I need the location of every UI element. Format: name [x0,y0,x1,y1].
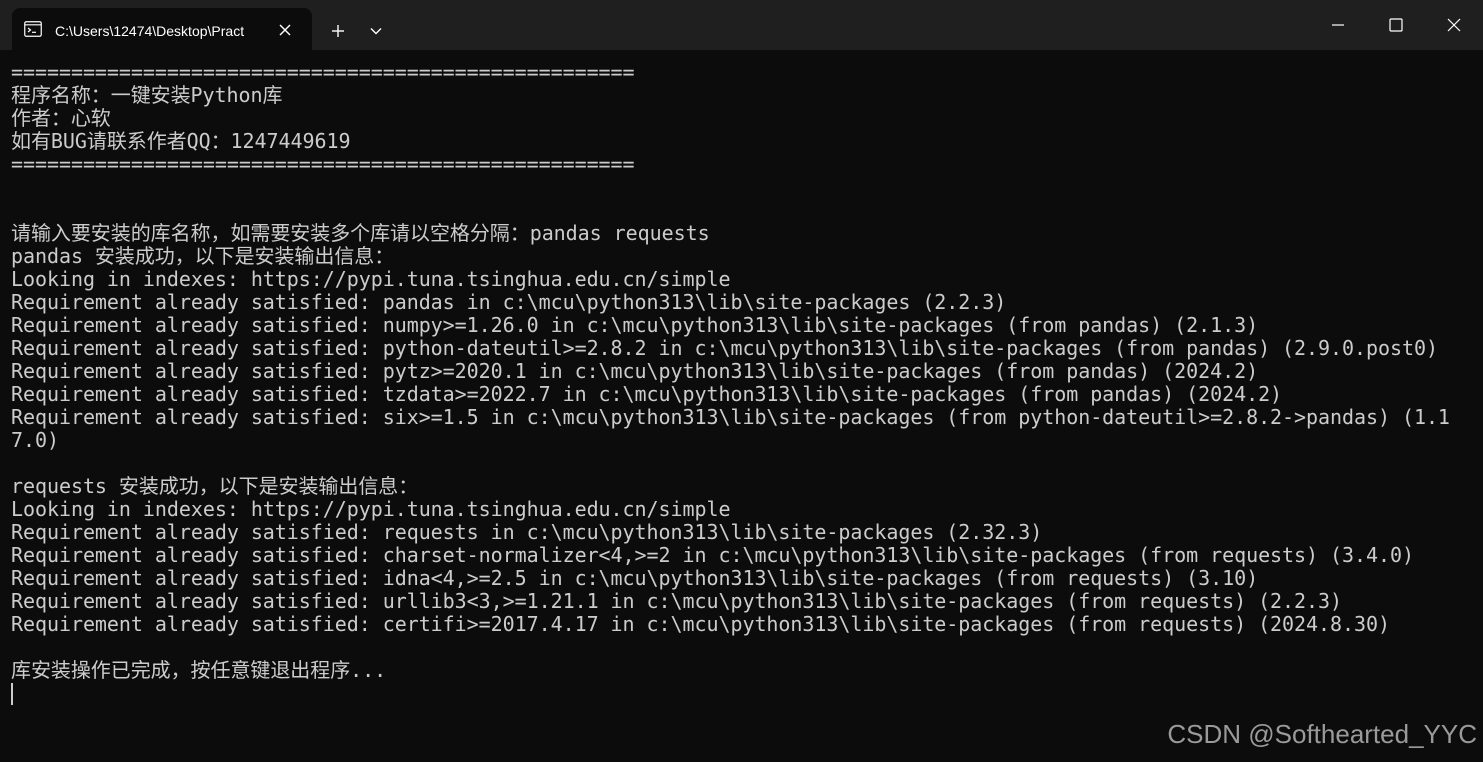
maximize-button[interactable] [1367,0,1425,50]
terminal-lines: ========================================… [11,61,1471,682]
terminal-line: 如有BUG请联系作者QQ：1247449619 [11,130,351,153]
terminal-line: 作者：心软 [11,107,111,130]
terminal-line: 程序名称：一键安装Python库 [11,84,283,107]
terminal-line: 请输入要安装的库名称，如需要安装多个库请以空格分隔：pandas request… [11,222,710,245]
terminal-line: pandas 安装成功，以下是安装输出信息： [11,245,395,268]
terminal-line: 7.0) [11,429,59,452]
terminal-line: 库安装操作已完成，按任意键退出程序... [11,659,387,682]
terminal-line: Requirement already satisfied: pytz>=202… [11,360,1259,383]
terminal-output[interactable]: ========================================… [0,50,1483,762]
minimize-button[interactable] [1309,0,1367,50]
terminal-line: Requirement already satisfied: tzdata>=2… [11,383,1283,406]
title-bar[interactable]: C:\Users\12474\Desktop\Pract [0,0,1483,50]
terminal-line: Requirement already satisfied: certifi>=… [11,613,1390,636]
terminal-line: Requirement already satisfied: six>=1.5 … [11,406,1450,429]
terminal-line: ========================================… [11,153,635,176]
terminal-line: requests 安装成功，以下是安装输出信息： [11,475,419,498]
close-icon[interactable] [277,22,293,38]
terminal-line: Requirement already satisfied: urllib3<3… [11,590,1343,613]
text-cursor [11,683,13,705]
close-window-button[interactable] [1425,0,1483,50]
terminal-line: Requirement already satisfied: numpy>=1.… [11,314,1259,337]
terminal-tab[interactable]: C:\Users\12474\Desktop\Pract [12,8,312,50]
terminal-line: Requirement already satisfied: charset-n… [11,544,1414,567]
tab-dropdown-button[interactable] [360,14,392,46]
tab-title: C:\Users\12474\Desktop\Pract [55,23,245,39]
terminal-line: Requirement already satisfied: python-da… [11,337,1438,360]
terminal-line: Requirement already satisfied: requests … [11,521,1043,544]
terminal-line: Looking in indexes: https://pypi.tuna.ts… [11,268,731,291]
terminal-line: Requirement already satisfied: pandas in… [11,291,1007,314]
new-tab-button[interactable] [322,14,354,46]
terminal-line: ========================================… [11,61,635,84]
terminal-window: C:\Users\12474\Desktop\Pract ===========… [0,0,1483,762]
terminal-icon [24,21,42,37]
terminal-line: Looking in indexes: https://pypi.tuna.ts… [11,498,731,521]
watermark: CSDN @Softhearted_YYC [1167,719,1477,749]
terminal-line: Requirement already satisfied: idna<4,>=… [11,567,1259,590]
